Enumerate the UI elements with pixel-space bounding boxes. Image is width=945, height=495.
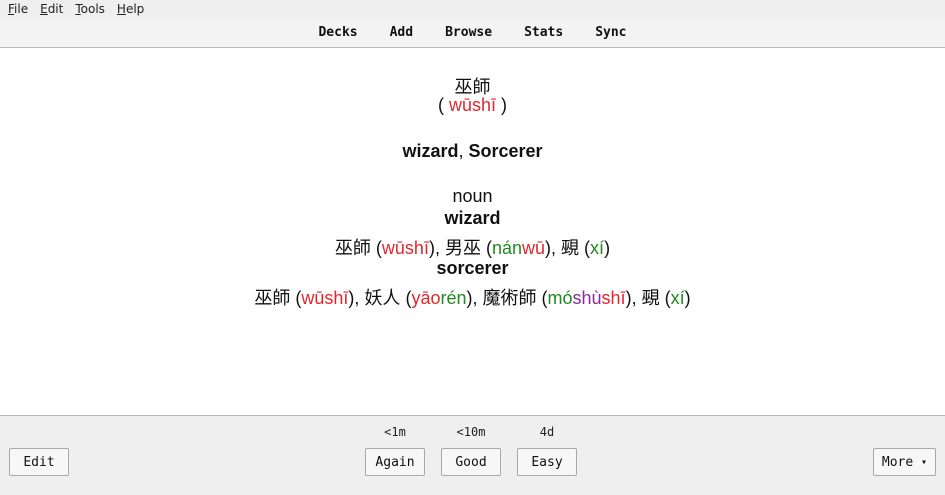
pinyin-open: ( xyxy=(437,95,449,115)
sense2-word-pinyin: shù xyxy=(572,288,602,308)
menu-file-label: ile xyxy=(14,2,29,16)
sense2-word: 巫師 (wūshī) xyxy=(254,288,355,308)
sense1-word-hanzi: 覡 xyxy=(561,238,580,258)
menu-help-label: elp xyxy=(125,2,145,16)
edit-button[interactable]: Edit xyxy=(9,448,69,476)
more-label: More xyxy=(881,454,914,470)
card-view: 巫師 ( wūshī ) wizard, Sorcerer noun wizar… xyxy=(0,49,945,415)
sense2-word-hanzi: 巫師 xyxy=(254,288,291,308)
sense1-word: 覡 (xí) xyxy=(561,238,611,258)
sense2-word: 妖人 (yāorén) xyxy=(364,288,473,308)
sense2-word-hanzi: 妖人 xyxy=(364,288,401,308)
toolbar-add[interactable]: Add xyxy=(374,25,429,40)
menu-bar: File Edit Tools Help xyxy=(0,0,945,18)
menu-edit[interactable]: Edit xyxy=(40,2,63,16)
definition-separator: , xyxy=(458,141,469,161)
card-definition: wizard, Sorcerer xyxy=(0,141,945,162)
menu-edit-label: dit xyxy=(47,2,64,16)
card-pinyin: wūshī xyxy=(448,95,497,115)
sense1-word-pinyin: nán xyxy=(491,238,523,258)
sense2-word-pinyin: wūshī xyxy=(301,288,349,308)
toolbar-browse[interactable]: Browse xyxy=(429,25,508,40)
main-toolbar: Decks Add Browse Stats Sync xyxy=(0,18,945,48)
menu-help[interactable]: Help xyxy=(117,2,144,16)
sense1-word-hanzi: 巫師 xyxy=(334,238,371,258)
sense1-heading: wizard xyxy=(444,208,501,228)
sense1-words: 巫師 (wūshī), 男巫 (nánwū), 覡 (xí) xyxy=(334,238,611,258)
sense1-word-hanzi: 男巫 xyxy=(444,238,481,258)
menu-help-mnemonic: H xyxy=(116,2,126,16)
sense2-word-pinyin: shī xyxy=(601,288,626,308)
menu-file[interactable]: File xyxy=(8,2,28,16)
sense2-word-pinyin: xí xyxy=(670,288,685,308)
again-due: <1m xyxy=(384,425,406,439)
again-button[interactable]: Again xyxy=(365,448,425,476)
sense2-word-pinyin: yāo xyxy=(411,288,441,308)
definition-secondary: Sorcerer xyxy=(468,141,543,161)
good-due: <10m xyxy=(456,425,486,439)
sense1-word-pinyin: wūshī xyxy=(381,238,429,258)
sense1-word-pinyin: xí xyxy=(590,238,605,258)
toolbar-stats[interactable]: Stats xyxy=(508,25,579,40)
sense1-word-pinyin: wū xyxy=(522,238,546,258)
menu-tools[interactable]: Tools xyxy=(75,2,105,16)
sense2-heading: sorcerer xyxy=(436,258,509,278)
good-button[interactable]: Good xyxy=(441,448,501,476)
sense2-word-pinyin: rén xyxy=(440,288,467,308)
card-pinyin-line: ( wūshī ) xyxy=(0,95,945,116)
sense1-word: 巫師 (wūshī) xyxy=(334,238,435,258)
sense2-words: 巫師 (wūshī), 妖人 (yāorén), 魔術師 (móshùshī),… xyxy=(254,288,691,308)
chevron-down-icon: ▾ xyxy=(921,456,928,468)
sense2-word: 覡 (xí) xyxy=(641,288,691,308)
sense2-word-pinyin: mó xyxy=(547,288,573,308)
toolbar-sync[interactable]: Sync xyxy=(579,25,642,40)
part-of-speech: noun xyxy=(452,186,493,206)
toolbar-decks[interactable]: Decks xyxy=(302,25,373,40)
pinyin-close: ) xyxy=(496,95,508,115)
definition-primary: wizard xyxy=(402,141,459,161)
sense1-word: 男巫 (nánwū) xyxy=(444,238,552,258)
answer-bar: <1m <10m 4d Edit Again Good Easy More ▾ xyxy=(0,415,945,495)
easy-button[interactable]: Easy xyxy=(517,448,577,476)
menu-edit-mnemonic: E xyxy=(40,2,48,16)
sense2-word-hanzi: 魔術師 xyxy=(482,288,537,308)
sense2-word-hanzi: 覡 xyxy=(641,288,660,308)
more-button[interactable]: More ▾ xyxy=(873,448,936,476)
sense2-word: 魔術師 (móshùshī) xyxy=(482,288,632,308)
menu-tools-label: ools xyxy=(80,2,105,16)
easy-due: 4d xyxy=(539,425,555,439)
